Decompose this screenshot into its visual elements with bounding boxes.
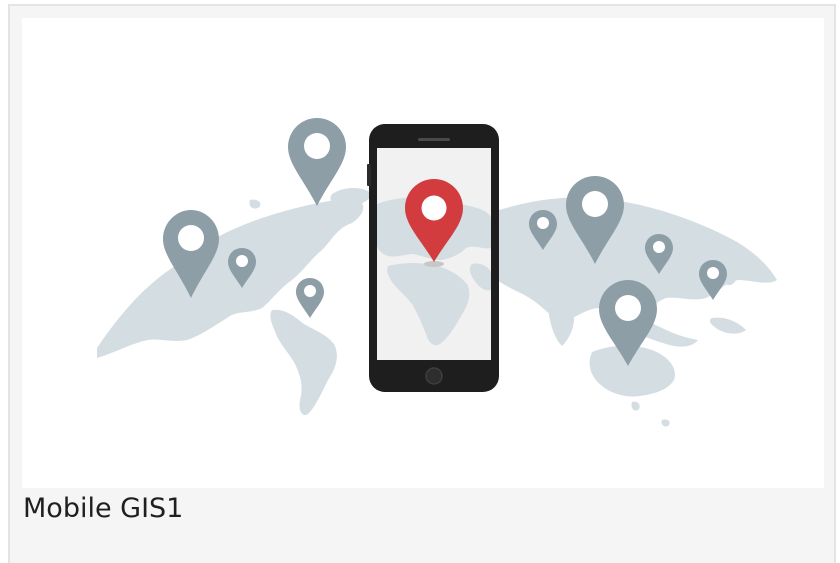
world-map-icon bbox=[97, 118, 777, 427]
gallery-card: Mobile GIS1 bbox=[8, 4, 836, 563]
mobile-gis-illustration[interactable] bbox=[22, 18, 824, 488]
card-caption: Mobile GIS1 bbox=[23, 493, 184, 524]
